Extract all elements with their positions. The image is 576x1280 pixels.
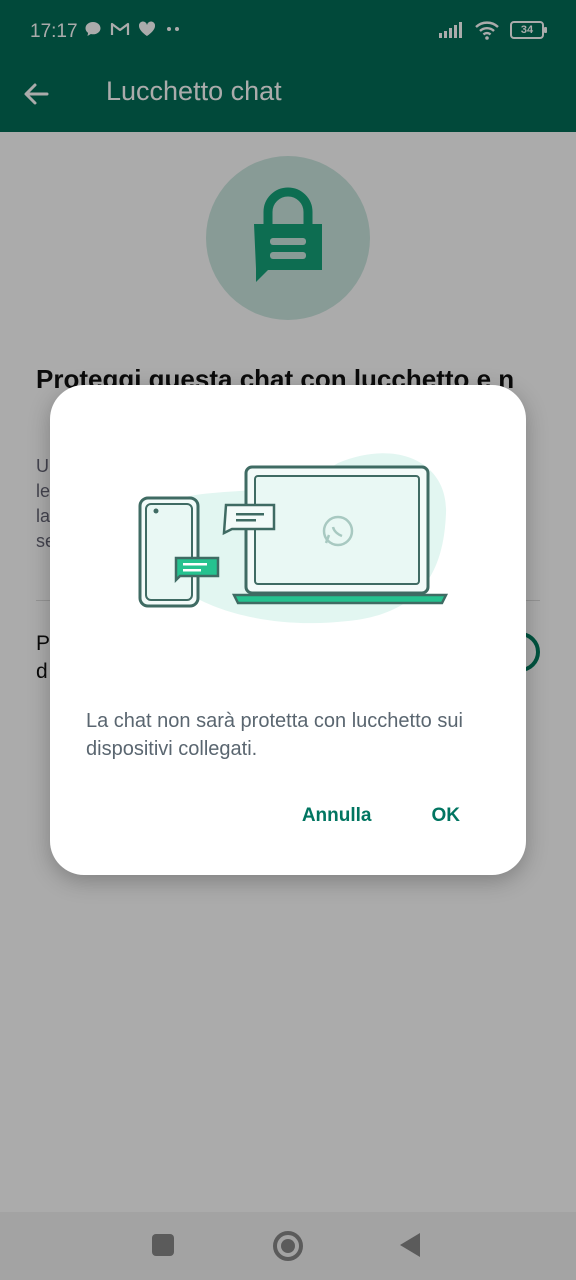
- linked-devices-illustration: [138, 453, 449, 624]
- ok-button[interactable]: OK: [432, 805, 461, 827]
- cancel-button[interactable]: Annulla: [302, 805, 372, 827]
- linked-devices-dialog: La chat non sarà protetta con lucchetto …: [50, 385, 526, 875]
- dialog-message: La chat non sarà protetta con lucchetto …: [86, 710, 463, 760]
